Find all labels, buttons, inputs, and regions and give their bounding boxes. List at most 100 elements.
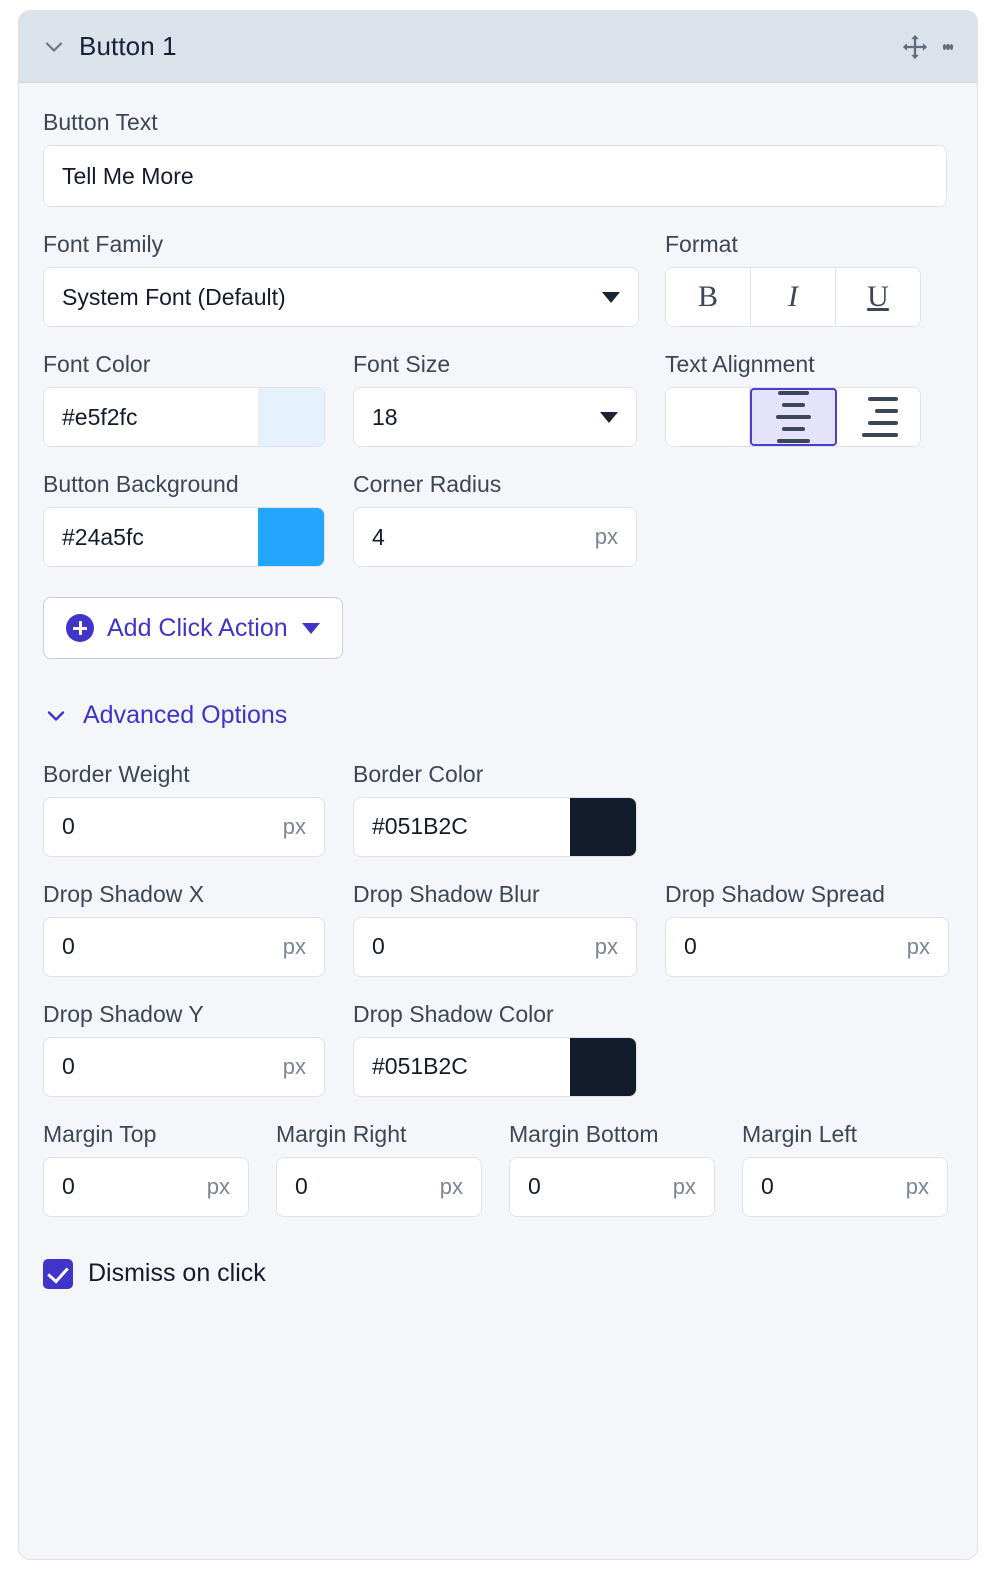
align-left-button[interactable] [666,388,750,446]
margin-left-input[interactable]: 0 px [742,1156,948,1217]
bold-glyph: B [697,280,718,313]
panel-title: Button 1 [79,31,177,61]
font-size-select[interactable]: 18 [353,387,637,447]
plus-circle-icon [66,614,94,642]
border-weight-unit: px [282,813,306,839]
font-color-swatch[interactable] [258,388,324,446]
margin-bottom-unit: px [672,1173,696,1199]
margin-left-label: Margin Left [742,1120,858,1147]
border-weight-label: Border Weight [43,760,190,787]
drop-shadow-x-unit: px [282,933,306,959]
margin-left-unit: px [905,1173,929,1199]
text-alignment-group [665,387,921,447]
drop-shadow-blur-label: Drop Shadow Blur [353,880,540,907]
chevron-down-icon[interactable] [41,34,67,60]
drop-shadow-spread-value: 0 [684,933,697,959]
drop-shadow-color-label: Drop Shadow Color [353,1000,554,1027]
chevron-down-icon [600,411,618,423]
button-settings-panel: Button 1 Button Text Tell Me More Font F… [18,10,978,1560]
underline-glyph: U [867,280,889,313]
italic-glyph: I [788,280,798,313]
border-weight-input[interactable]: 0 px [43,796,325,857]
format-button-group: B I U [665,267,921,327]
margin-top-value: 0 [62,1173,75,1199]
drop-shadow-x-input[interactable]: 0 px [43,916,325,977]
dismiss-on-click-label: Dismiss on click [88,1259,266,1287]
drop-shadow-color-value: #051B2C [372,1053,468,1079]
margin-left-value: 0 [761,1173,774,1199]
drop-shadow-spread-unit: px [906,933,930,959]
add-click-action-button[interactable]: Add Click Action [43,597,343,659]
font-family-select[interactable]: System Font (Default) [43,267,639,327]
font-family-label: Font Family [43,231,164,257]
margin-top-input[interactable]: 0 px [43,1156,249,1217]
screen: Button 1 Button Text Tell Me More Font F… [0,0,996,1578]
font-color-field[interactable]: #e5f2fc [43,387,325,447]
drop-shadow-spread-label: Drop Shadow Spread [665,880,885,907]
button-text-label: Button Text [43,109,158,135]
margin-right-input[interactable]: 0 px [276,1156,482,1217]
margin-top-label: Margin Top [43,1120,157,1147]
chevron-down-icon [301,622,320,634]
font-size-value: 18 [372,403,398,430]
italic-button[interactable]: I [751,268,836,326]
margin-bottom-label: Margin Bottom [509,1120,659,1147]
underline-button[interactable]: U [836,268,920,326]
align-center-icon [775,388,813,446]
drop-shadow-blur-unit: px [594,933,618,959]
margin-right-label: Margin Right [276,1120,407,1147]
panel-body: Button Text Tell Me More Font Family Sys… [19,83,977,1289]
panel-header: Button 1 [19,11,977,83]
format-label: Format [665,231,738,257]
kebab-menu-icon[interactable] [943,34,953,60]
font-family-value: System Font (Default) [62,283,286,310]
border-color-field[interactable]: #051B2C [353,796,637,857]
advanced-options-toggle[interactable]: Advanced Options [43,701,287,730]
button-background-field[interactable]: #24a5fc [43,507,325,567]
chevron-down-icon [43,703,69,729]
drop-shadow-color-field[interactable]: #051B2C [353,1036,637,1097]
kebab-dot [949,43,953,50]
border-weight-value: 0 [62,813,75,839]
text-alignment-label: Text Alignment [665,351,815,377]
drop-shadow-x-label: Drop Shadow X [43,880,205,907]
button-text-input[interactable]: Tell Me More [43,145,947,207]
font-color-label: Font Color [43,351,151,377]
corner-radius-value: 4 [372,523,385,550]
add-click-action-label: Add Click Action [107,613,288,642]
font-color-value: #e5f2fc [62,403,138,430]
margin-right-unit: px [439,1173,463,1199]
border-color-value: #051B2C [372,813,468,839]
drop-shadow-x-value: 0 [62,933,75,959]
drop-shadow-blur-input[interactable]: 0 px [353,916,637,977]
button-text-value: Tell Me More [62,162,194,189]
drop-shadow-color-swatch[interactable] [570,1037,636,1096]
drop-shadow-blur-value: 0 [372,933,385,959]
advanced-options-label: Advanced Options [83,701,288,729]
drop-shadow-y-value: 0 [62,1053,75,1079]
margin-top-unit: px [206,1173,230,1199]
corner-radius-input[interactable]: 4 px [353,507,637,567]
margin-right-value: 0 [295,1173,308,1199]
align-right-icon [860,393,898,441]
align-center-button[interactable] [750,388,837,446]
move-cross-arrows-icon[interactable] [901,33,929,61]
corner-radius-label: Corner Radius [353,471,502,497]
chevron-down-icon [602,291,620,303]
drop-shadow-y-input[interactable]: 0 px [43,1036,325,1097]
drop-shadow-y-unit: px [282,1053,306,1079]
corner-radius-unit: px [594,524,618,549]
dismiss-on-click-checkbox[interactable] [43,1258,73,1289]
border-color-label: Border Color [353,760,484,787]
button-background-value: #24a5fc [62,523,144,550]
margin-bottom-input[interactable]: 0 px [509,1156,715,1217]
margin-bottom-value: 0 [528,1173,541,1199]
button-background-swatch[interactable] [258,508,324,566]
border-color-swatch[interactable] [570,797,636,856]
font-size-label: Font Size [353,351,451,377]
drop-shadow-spread-input[interactable]: 0 px [665,916,949,977]
bold-button[interactable]: B [666,268,751,326]
drop-shadow-y-label: Drop Shadow Y [43,1000,204,1027]
align-right-button[interactable] [837,388,920,446]
button-background-label: Button Background [43,471,239,497]
